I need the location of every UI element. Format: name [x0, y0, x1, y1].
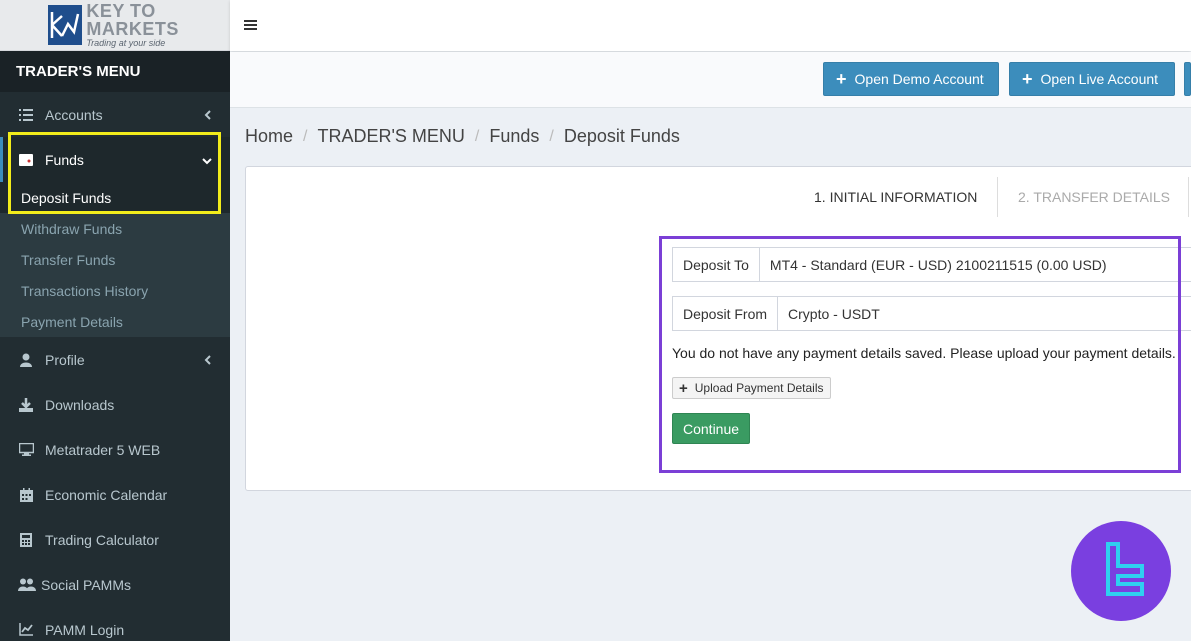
sidebar-item-label: Profile — [45, 351, 85, 368]
plus-icon: + — [679, 379, 688, 397]
sidebar-item-downloads[interactable]: Downloads — [0, 382, 230, 427]
sidebar-item-label: Downloads — [45, 396, 115, 413]
wallet-icon — [18, 152, 34, 168]
breadcrumb-separator: / — [549, 127, 554, 145]
sidebar-item-accounts[interactable]: Accounts — [0, 92, 230, 137]
deposit-from-label: Deposit From — [673, 297, 779, 330]
sidebar-item-label: Trading Calculator — [45, 531, 159, 548]
sidebar-item-economic-calendar[interactable]: Economic Calendar — [0, 472, 230, 517]
chevron-left-icon — [204, 107, 212, 123]
breadcrumb-funds[interactable]: Funds — [489, 126, 539, 147]
breadcrumb-separator: / — [474, 127, 480, 145]
chevron-left-icon — [204, 352, 212, 368]
list-icon — [18, 107, 34, 123]
breadcrumb-deposit-funds: Deposit Funds — [563, 126, 680, 146]
logo-name: KEY TO MARKETS — [86, 1, 179, 39]
breadcrumb-home[interactable]: Home — [245, 126, 293, 147]
payment-details-notice: You do not have any payment details save… — [672, 345, 1176, 361]
chevron-down-icon — [202, 152, 212, 168]
sidebar-item-label: Funds — [45, 151, 84, 168]
step-divider — [1188, 177, 1189, 217]
submenu-transactions-history[interactable]: Transactions History — [0, 275, 230, 306]
deposit-panel: 1. INITIAL INFORMATION 2. TRANSFER DETAI… — [245, 166, 1191, 491]
download-icon — [18, 397, 34, 413]
chart-icon — [18, 622, 34, 638]
button-label: Open Live Account — [1040, 71, 1159, 87]
sidebar-item-label: Metatrader 5 WEB — [45, 441, 161, 458]
deposit-to-group: Deposit To MT4 - Standard (EUR - USD) 21… — [672, 247, 1191, 282]
action-bar: + Open Demo Account + Open Live Account — [230, 52, 1191, 108]
users-icon — [18, 577, 36, 593]
button-label: Upload Payment Details — [694, 381, 824, 395]
cut-off-button[interactable] — [1184, 62, 1191, 96]
hamburger-menu-icon[interactable] — [244, 15, 257, 36]
sidebar-item-label: Social PAMMs — [41, 576, 131, 593]
breadcrumb: Home / TRADER'S MENU / Funds / Deposit F… — [245, 126, 680, 147]
funds-submenu: Deposit Funds Withdraw Funds Transfer Fu… — [0, 182, 230, 337]
step-initial-information[interactable]: 1. INITIAL INFORMATION — [814, 177, 977, 217]
logo-tagline: Trading at your side — [86, 38, 166, 48]
watermark-logo — [1071, 521, 1171, 621]
user-icon — [18, 352, 34, 368]
sidebar-item-label: Economic Calendar — [45, 486, 168, 503]
tc-logo-icon — [1106, 542, 1144, 596]
submenu-deposit-funds[interactable]: Deposit Funds — [0, 182, 230, 213]
top-navbar — [230, 0, 1191, 51]
breadcrumb-traders-menu[interactable]: TRADER'S MENU — [317, 126, 464, 147]
logo-mark-icon — [48, 5, 83, 45]
sidebar-item-metatrader[interactable]: Metatrader 5 WEB — [0, 427, 230, 472]
open-demo-account-button[interactable]: + Open Demo Account — [823, 62, 999, 96]
deposit-from-select[interactable]: Crypto - USDT — [778, 297, 1191, 330]
wizard-steps: 1. INITIAL INFORMATION 2. TRANSFER DETAI… — [246, 177, 1191, 217]
step-transfer-details: 2. TRANSFER DETAILS — [997, 177, 1170, 217]
sidebar-item-label: Accounts — [45, 106, 103, 123]
deposit-to-select[interactable]: MT4 - Standard (EUR - USD) 2100211515 (0… — [759, 248, 1191, 281]
sidebar-item-pamm-login[interactable]: PAMM Login — [0, 607, 230, 641]
upload-payment-details-button[interactable]: + Upload Payment Details — [672, 377, 831, 399]
open-live-account-button[interactable]: + Open Live Account — [1009, 62, 1175, 96]
button-label: Open Demo Account — [854, 71, 984, 87]
logo[interactable]: KEY TO MARKETS Trading at your side — [0, 0, 230, 51]
submenu-withdraw-funds[interactable]: Withdraw Funds — [0, 213, 230, 244]
plus-icon: + — [1022, 69, 1033, 89]
deposit-from-group: Deposit From Crypto - USDT — [672, 296, 1191, 331]
calculator-icon — [18, 532, 34, 548]
submenu-payment-details[interactable]: Payment Details — [0, 306, 230, 337]
sidebar: KEY TO MARKETS Trading at your side TRAD… — [0, 0, 230, 641]
sidebar-item-profile[interactable]: Profile — [0, 337, 230, 382]
sidebar-item-social-pamms[interactable]: Social PAMMs — [0, 562, 230, 607]
sidebar-item-label: PAMM Login — [45, 621, 125, 638]
sidebar-item-funds[interactable]: Funds — [0, 137, 230, 182]
plus-icon: + — [836, 69, 847, 89]
submenu-transfer-funds[interactable]: Transfer Funds — [0, 244, 230, 275]
continue-button[interactable]: Continue — [672, 413, 751, 444]
menu-header: TRADER'S MENU — [0, 51, 230, 92]
breadcrumb-separator: / — [303, 127, 308, 145]
calendar-icon — [18, 487, 34, 503]
deposit-to-label: Deposit To — [673, 248, 760, 281]
deposit-form: Deposit To MT4 - Standard (EUR - USD) 21… — [672, 247, 1191, 444]
monitor-icon — [18, 442, 34, 458]
sidebar-item-trading-calculator[interactable]: Trading Calculator — [0, 517, 230, 562]
